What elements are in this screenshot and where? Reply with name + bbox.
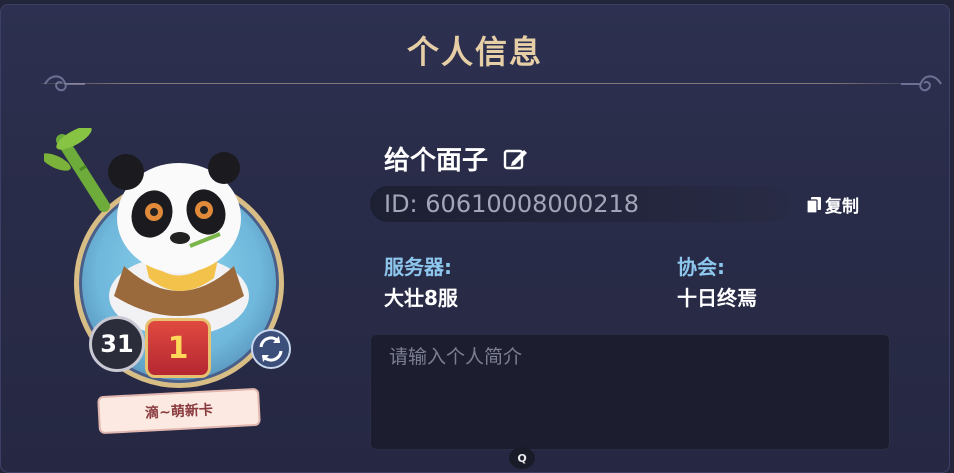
- player-id: ID: 60610008000218: [370, 186, 790, 222]
- title-divider: [41, 83, 913, 84]
- refresh-icon[interactable]: [250, 328, 292, 370]
- guild-value: 十日终焉: [677, 286, 757, 310]
- page-title: 个人信息: [406, 33, 543, 71]
- copy-button-label: 复制: [825, 197, 859, 217]
- player-name: 给个面子: [384, 146, 489, 176]
- copy-icon: [806, 196, 821, 214]
- avatar[interactable]: 31 1 滴~萌新卡: [40, 128, 300, 438]
- flourish-ornament-left: [44, 75, 85, 92]
- panda-avatar-icon: [108, 152, 249, 336]
- name-row: 给个面子: [384, 140, 528, 177]
- server-value: 大壮8服: [384, 286, 458, 310]
- bio-field[interactable]: [370, 334, 890, 450]
- rank-badge: 1: [145, 318, 211, 378]
- edit-icon[interactable]: [502, 146, 528, 172]
- level-badge: 31: [89, 316, 145, 372]
- bio-input[interactable]: [387, 345, 877, 369]
- copy-button[interactable]: 复制: [806, 192, 859, 217]
- flourish-ornament-right: [901, 75, 942, 92]
- avatar-tag: 滴~萌新卡: [97, 387, 261, 435]
- bottom-q-button[interactable]: Q: [509, 447, 535, 469]
- guild-label: 协会:: [677, 255, 725, 279]
- server-label: 服务器:: [384, 255, 452, 279]
